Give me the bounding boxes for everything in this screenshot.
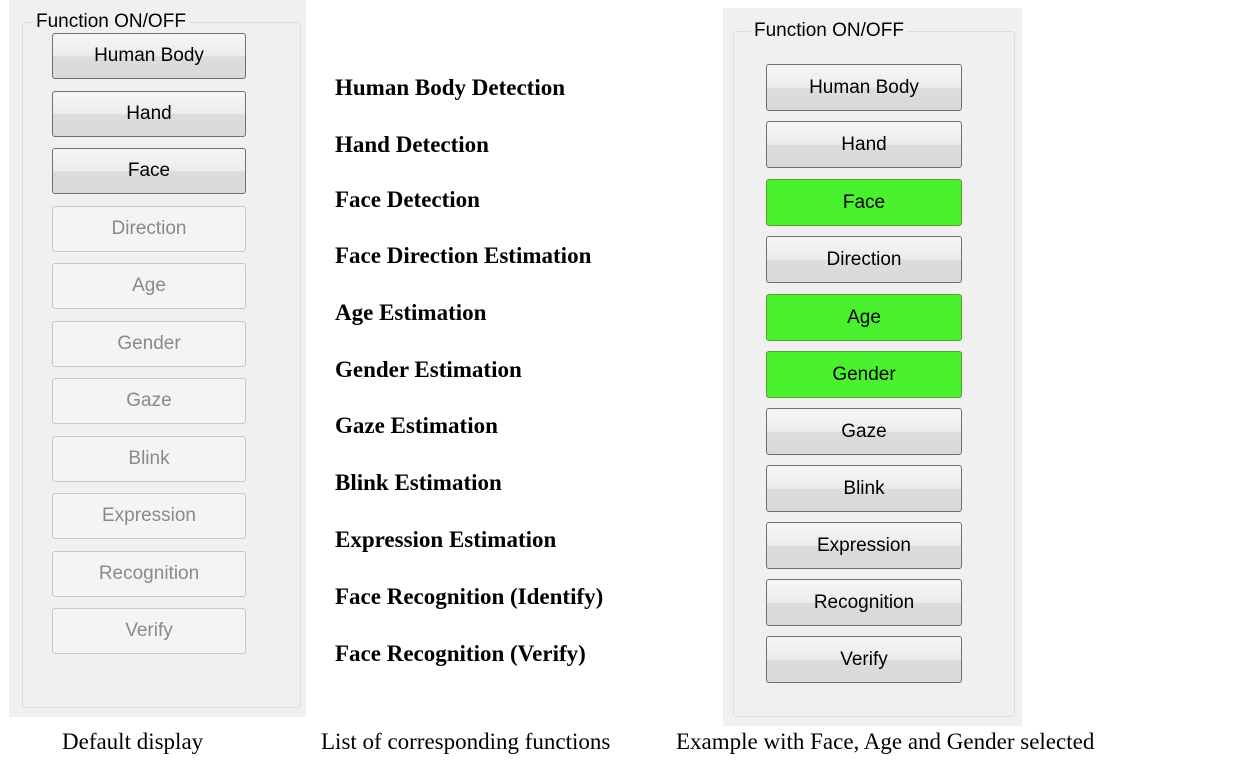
face-button[interactable]: Face — [52, 148, 246, 194]
function-list-item: Human Body Detection — [335, 75, 565, 100]
face-button[interactable]: Face — [766, 179, 962, 226]
verify-button[interactable]: Verify — [766, 636, 962, 683]
expression-button: Expression — [52, 493, 246, 539]
gender-button: Gender — [52, 321, 246, 367]
caption-function-list: List of corresponding functions — [321, 729, 611, 754]
hand-button[interactable]: Hand — [52, 91, 246, 137]
function-list-item: Age Estimation — [335, 300, 487, 325]
function-list-item: Hand Detection — [335, 132, 489, 157]
human-body-button[interactable]: Human Body — [52, 33, 246, 79]
age-button[interactable]: Age — [766, 294, 962, 341]
direction-button: Direction — [52, 206, 246, 252]
human-body-button[interactable]: Human Body — [766, 64, 962, 111]
function-list-item: Gaze Estimation — [335, 413, 498, 438]
default-function-panel: Function ON/OFF Human Body Hand Face Direct… — [9, 0, 306, 717]
gaze-button[interactable]: Gaze — [766, 408, 962, 455]
selected-function-panel: Function ON/OFF Human Body Hand Face Direct… — [723, 8, 1022, 726]
age-button: Age — [52, 263, 246, 309]
caption-default-display: Default display — [62, 729, 204, 754]
direction-button[interactable]: Direction — [766, 236, 962, 283]
function-list-item: Face Direction Estimation — [335, 243, 592, 268]
blink-button[interactable]: Blink — [766, 465, 962, 512]
function-list-item: Expression Estimation — [335, 527, 557, 552]
hand-button[interactable]: Hand — [766, 121, 962, 168]
function-list-item: Gender Estimation — [335, 357, 522, 382]
group-title: Function ON/OFF — [33, 11, 189, 33]
expression-button[interactable]: Expression — [766, 522, 962, 569]
recognition-button[interactable]: Recognition — [766, 579, 962, 626]
verify-button: Verify — [52, 608, 246, 654]
function-list-item: Blink Estimation — [335, 470, 502, 495]
gaze-button: Gaze — [52, 378, 246, 424]
function-list-item: Face Detection — [335, 187, 480, 212]
gender-button[interactable]: Gender — [766, 351, 962, 398]
group-title: Function ON/OFF — [751, 20, 907, 42]
blink-button: Blink — [52, 436, 246, 482]
function-list-item: Face Recognition (Identify) — [335, 584, 604, 609]
recognition-button: Recognition — [52, 551, 246, 597]
caption-example: Example with Face, Age and Gender select… — [676, 729, 1095, 754]
function-list-item: Face Recognition (Verify) — [335, 641, 586, 666]
